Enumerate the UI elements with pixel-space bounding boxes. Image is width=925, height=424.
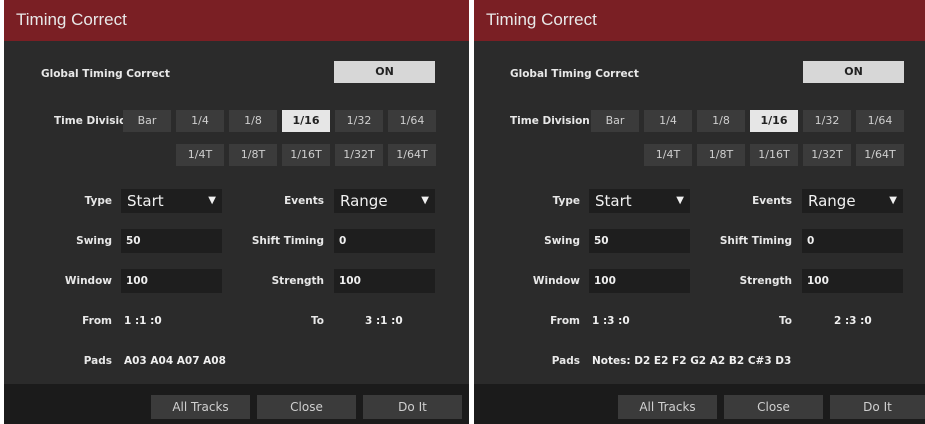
window-label: Window [64,275,112,287]
global-timing-correct-toggle[interactable]: ON [803,61,904,83]
type-label: Type [552,195,580,207]
all-tracks-button[interactable]: All Tracks [151,395,250,419]
events-value: Range [808,192,856,210]
division-1-64t[interactable]: 1/64T [856,144,904,166]
dropdown-arrow-icon: ▼ [421,195,429,206]
swing-field[interactable]: 50 [121,229,222,253]
events-label: Events [284,195,324,207]
events-dropdown[interactable]: Range ▼ [802,189,903,213]
dialog-title: Timing Correct [486,10,597,29]
global-timing-correct-label: Global Timing Correct [41,68,170,80]
title-bar: Timing Correct [4,0,469,41]
shift-timing-field[interactable]: 0 [802,229,903,253]
window-field[interactable]: 100 [589,269,690,293]
division-1-32[interactable]: 1/32 [335,110,383,132]
global-timing-correct-toggle[interactable]: ON [334,61,435,83]
division-1-16[interactable]: 1/16 [282,110,330,132]
division-1-32t[interactable]: 1/32T [803,144,851,166]
time-division-label: Time Division [54,115,134,127]
swing-label: Swing [76,235,112,247]
pads-label: Pads [551,355,580,367]
window-label: Window [532,275,580,287]
swing-label: Swing [544,235,580,247]
division-1-16[interactable]: 1/16 [750,110,798,132]
events-value: Range [340,192,388,210]
dialog-title: Timing Correct [16,10,127,29]
do-it-button[interactable]: Do It [363,395,462,419]
pads-label: Pads [83,355,112,367]
division-1-8[interactable]: 1/8 [229,110,277,132]
events-dropdown[interactable]: Range ▼ [334,189,435,213]
to-label: To [779,315,792,327]
type-value: Start [595,192,632,210]
footer-bar: All Tracks Close Do It [4,384,469,424]
global-timing-correct-label: Global Timing Correct [510,68,639,80]
division-1-8[interactable]: 1/8 [697,110,745,132]
dropdown-arrow-icon: ▼ [208,195,216,206]
all-tracks-button[interactable]: All Tracks [618,395,717,419]
type-dropdown[interactable]: Start ▼ [589,189,690,213]
division-1-8t[interactable]: 1/8T [229,144,277,166]
to-value[interactable]: 2 :3 :0 [834,315,872,327]
to-label: To [311,315,324,327]
from-label: From [550,315,580,327]
division-1-32t[interactable]: 1/32T [335,144,383,166]
division-1-4t[interactable]: 1/4T [644,144,692,166]
swing-field[interactable]: 50 [589,229,690,253]
timing-correct-dialog-right: Timing Correct Global Timing Correct ON … [474,0,925,424]
strength-label: Strength [271,275,324,287]
division-bar[interactable]: Bar [591,110,639,132]
division-bar[interactable]: Bar [123,110,171,132]
window-field[interactable]: 100 [121,269,222,293]
strength-field[interactable]: 100 [802,269,903,293]
pads-value[interactable]: A03 A04 A07 A08 [124,355,226,367]
time-division-label: Time Division [510,115,590,127]
do-it-button[interactable]: Do It [830,395,925,419]
dropdown-arrow-icon: ▼ [676,195,684,206]
type-dropdown[interactable]: Start ▼ [121,189,222,213]
shift-timing-label: Shift Timing [251,235,324,247]
shift-timing-field[interactable]: 0 [334,229,435,253]
division-1-4[interactable]: 1/4 [176,110,224,132]
division-1-64[interactable]: 1/64 [856,110,904,132]
title-bar: Timing Correct [474,0,925,41]
strength-field[interactable]: 100 [334,269,435,293]
division-1-4[interactable]: 1/4 [644,110,692,132]
from-value[interactable]: 1 :3 :0 [592,315,630,327]
from-value[interactable]: 1 :1 :0 [124,315,162,327]
close-button[interactable]: Close [724,395,823,419]
pads-value[interactable]: Notes: D2 E2 F2 G2 A2 B2 C#3 D3 [592,355,791,367]
division-1-64t[interactable]: 1/64T [388,144,436,166]
type-label: Type [84,195,112,207]
events-label: Events [752,195,792,207]
division-1-32[interactable]: 1/32 [803,110,851,132]
footer-bar: All Tracks Close Do It [474,384,925,424]
shift-timing-label: Shift Timing [719,235,792,247]
division-1-16t[interactable]: 1/16T [282,144,330,166]
from-label: From [82,315,112,327]
strength-label: Strength [739,275,792,287]
division-1-8t[interactable]: 1/8T [697,144,745,166]
division-1-16t[interactable]: 1/16T [750,144,798,166]
to-value[interactable]: 3 :1 :0 [365,315,403,327]
timing-correct-dialog-left: Timing Correct Global Timing Correct ON … [4,0,469,424]
close-button[interactable]: Close [257,395,356,419]
dropdown-arrow-icon: ▼ [889,195,897,206]
division-1-64[interactable]: 1/64 [388,110,436,132]
type-value: Start [127,192,164,210]
division-1-4t[interactable]: 1/4T [176,144,224,166]
